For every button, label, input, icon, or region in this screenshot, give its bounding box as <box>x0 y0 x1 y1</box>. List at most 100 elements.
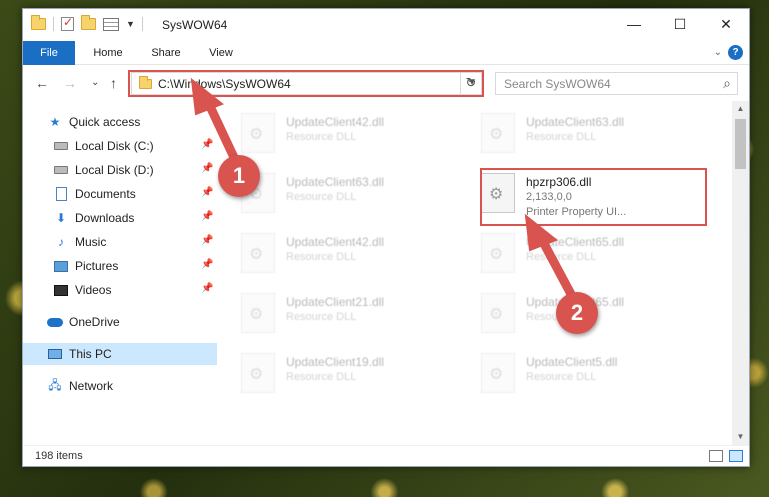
new-folder-icon[interactable] <box>81 15 96 30</box>
qat-dropdown-icon[interactable]: ▼ <box>126 19 135 29</box>
videos-icon <box>53 283 69 297</box>
dll-file-icon <box>241 293 275 333</box>
dll-file-icon <box>481 353 515 393</box>
file-list: UpdateClient42.dll Resource DLL UpdateCl… <box>223 101 733 445</box>
search-box[interactable]: Search SysWOW64 ⌕ <box>495 72 738 95</box>
file-name: UpdateClient21.dll <box>286 295 385 309</box>
sidebar-item-onedrive[interactable]: OneDrive <box>23 311 217 333</box>
search-icon: ⌕ <box>723 75 731 91</box>
ribbon-tabs: File Home Share View ⌄ ? <box>23 41 749 65</box>
pin-icon: 📌 <box>201 235 214 246</box>
sidebar-item-label: Local Disk (D:) <box>75 163 154 177</box>
details-view-icon[interactable] <box>709 450 723 462</box>
properties-check-icon[interactable] <box>61 15 74 31</box>
sidebar-item-local-disk-d[interactable]: Local Disk (D:) 📌 <box>23 159 217 181</box>
file-description: Resource DLL <box>286 251 357 263</box>
tab-home[interactable]: Home <box>85 41 131 65</box>
sidebar-item-label: Quick access <box>69 115 141 129</box>
list-item[interactable]: UpdateClient19.dll Resource DLL <box>241 349 471 399</box>
file-name: UpdateClient42.dll <box>286 235 385 249</box>
list-item[interactable]: UpdateClient42.dll Resource DLL <box>241 109 471 159</box>
sidebar-item-pictures[interactable]: Pictures 📌 <box>23 255 217 277</box>
file-name: UpdateClient19.dll <box>286 355 385 369</box>
up-button[interactable]: ↑ <box>110 75 117 91</box>
pin-icon: 📌 <box>201 187 214 198</box>
scrollbar-thumb[interactable] <box>735 119 746 169</box>
file-description: Resource DLL <box>526 251 597 263</box>
sidebar-item-label: OneDrive <box>69 315 120 329</box>
customize-icon[interactable] <box>103 17 119 31</box>
item-count: 198 items <box>35 450 83 462</box>
sidebar-item-downloads[interactable]: ⬇ Downloads 📌 <box>23 207 217 229</box>
tab-share[interactable]: Share <box>145 41 187 65</box>
list-item[interactable]: UpdateClient63.dll Resource DLL <box>241 169 471 219</box>
downloads-icon: ⬇ <box>55 211 67 225</box>
documents-icon <box>53 187 69 201</box>
dll-file-icon <box>241 113 275 153</box>
onedrive-cloud-icon <box>47 315 63 329</box>
scroll-down-icon[interactable]: ▼ <box>732 429 749 445</box>
file-description: Resource DLL <box>286 131 357 143</box>
close-button[interactable]: ✕ <box>703 9 749 39</box>
sidebar-item-network[interactable]: 🖧 Network <box>23 375 217 397</box>
recent-locations-button[interactable]: ⌄ <box>91 77 99 88</box>
pin-icon: 📌 <box>201 163 214 174</box>
list-item[interactable]: UpdateClient21.dll Resource DLL <box>241 289 471 339</box>
sidebar-item-music[interactable]: ♪ Music 📌 <box>23 231 217 253</box>
sidebar-item-documents[interactable]: Documents 📌 <box>23 183 217 205</box>
step-marker-2: 2 <box>556 292 598 334</box>
sidebar-item-label: Network <box>69 379 114 393</box>
dll-file-icon <box>241 353 275 393</box>
sidebar-item-label: Downloads <box>75 211 135 225</box>
back-button[interactable]: ← <box>35 75 49 91</box>
sidebar-item-local-disk-c[interactable]: Local Disk (C:) 📌 <box>23 135 217 157</box>
sidebar-item-label: Documents <box>75 187 136 201</box>
dll-file-icon <box>481 113 515 153</box>
scroll-up-icon[interactable]: ▲ <box>732 101 749 117</box>
sidebar-item-label: Videos <box>75 283 112 297</box>
file-explorer-window: ▼ SysWOW64 — ☐ ✕ File Home Share View ⌄ … <box>22 8 750 467</box>
pin-icon: 📌 <box>201 259 214 270</box>
dll-file-icon <box>241 233 275 273</box>
sidebar-item-label: This PC <box>69 347 112 361</box>
list-item[interactable]: UpdateClient65.dll Resource DLL <box>481 229 711 279</box>
pictures-icon <box>53 259 69 273</box>
dll-file-icon <box>481 293 515 333</box>
maximize-button[interactable]: ☐ <box>657 9 703 39</box>
tab-view[interactable]: View <box>203 41 239 65</box>
list-item[interactable]: UpdateClient5.dll Resource DLL <box>481 349 711 399</box>
window-title: SysWOW64 <box>162 18 228 32</box>
music-icon: ♪ <box>58 235 64 249</box>
file-description: Resource DLL <box>286 371 357 383</box>
tab-file[interactable]: File <box>23 41 75 65</box>
help-icon[interactable]: ? <box>728 45 743 60</box>
drive-icon <box>53 139 69 153</box>
sidebar-item-label: Pictures <box>75 259 119 273</box>
address-bar-highlight <box>128 70 484 97</box>
sidebar-item-videos[interactable]: Videos 📌 <box>23 279 217 301</box>
file-highlight <box>480 168 707 226</box>
sidebar-item-label: Local Disk (C:) <box>75 139 154 153</box>
pin-icon: 📌 <box>201 283 214 294</box>
sidebar-item-this-pc[interactable]: This PC <box>23 343 217 365</box>
expand-ribbon-icon[interactable]: ⌄ <box>714 47 722 58</box>
separator <box>53 17 54 31</box>
file-description: Resource DLL <box>526 131 597 143</box>
file-description: Resource DLL <box>286 191 357 203</box>
list-item[interactable]: UpdateClient63.dll Resource DLL <box>481 109 711 159</box>
separator <box>141 17 143 31</box>
forward-button[interactable]: → <box>63 75 77 91</box>
sidebar-item-quick-access[interactable]: ★ Quick access <box>23 111 217 133</box>
vertical-scrollbar[interactable]: ▲ ▼ <box>732 101 749 445</box>
file-name: UpdateClient63.dll <box>286 175 385 189</box>
file-name: UpdateClient63.dll <box>526 115 625 129</box>
pin-icon: 📌 <box>201 211 214 222</box>
file-name: UpdateClient5.dll <box>526 355 618 369</box>
large-icons-view-icon[interactable] <box>729 450 743 462</box>
sidebar-item-label: Music <box>75 235 107 249</box>
search-input[interactable]: Search SysWOW64 <box>504 77 611 91</box>
quick-access-toolbar: ▼ <box>31 15 143 31</box>
list-item[interactable]: UpdateClient42.dll Resource DLL <box>241 229 471 279</box>
file-name: UpdateClient65.dll <box>526 235 625 249</box>
minimize-button[interactable]: — <box>611 9 657 39</box>
